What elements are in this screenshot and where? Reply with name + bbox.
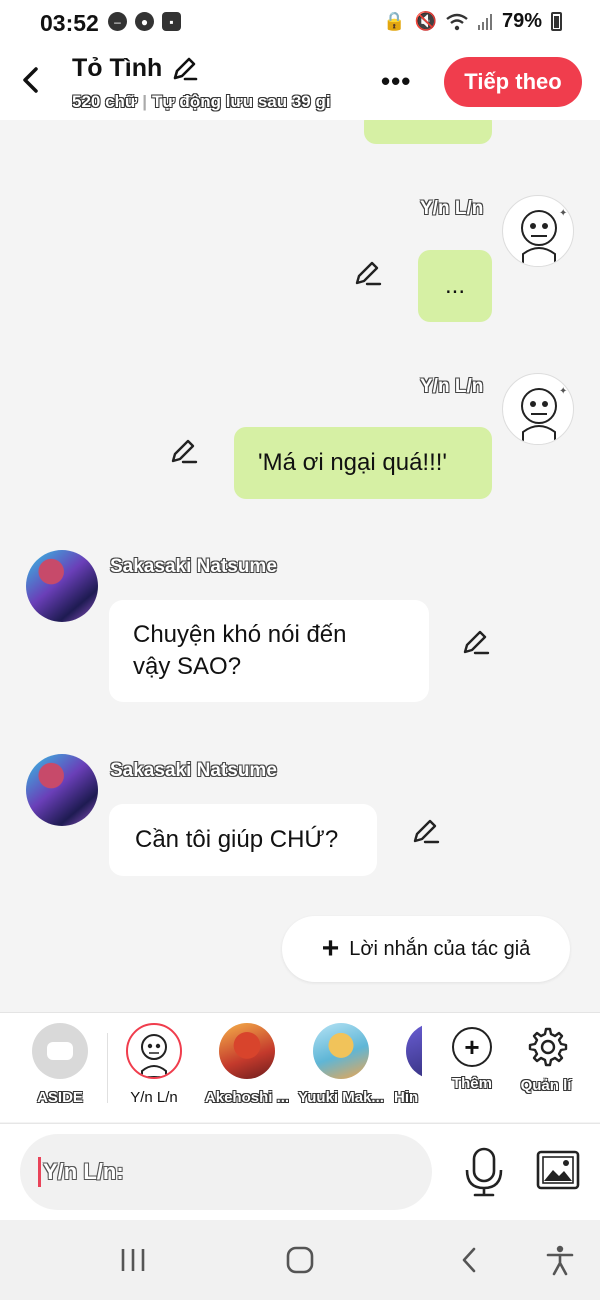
character-akehoshi[interactable]: Akehoshi ... xyxy=(202,1023,292,1106)
battery-percent: 79% xyxy=(501,10,542,32)
divider xyxy=(107,1033,108,1103)
status-bar: 03:52 – ● ▪ 🔒 🔇 79% xyxy=(0,0,600,46)
story-meta: 520 chữ | Tự động lưu sau 39 gi xyxy=(72,92,362,116)
character-yuuki[interactable]: Yuuki Mak... xyxy=(296,1023,386,1106)
message-bubble[interactable]: 'Má ơi ngại quá!!!' xyxy=(234,427,492,499)
author-note-button[interactable]: + Lời nhắn của tác giả xyxy=(282,916,570,982)
character-label: Hin xyxy=(394,1089,419,1106)
message-text: 'Má ơi ngại quá!!!' xyxy=(258,449,447,476)
mute-icon: 🔇 xyxy=(414,11,437,31)
speaker-name: Y/n L/n xyxy=(420,198,484,219)
author-note-label: Lời nhắn của tác giả xyxy=(349,937,531,960)
speaker-name: Y/n L/n xyxy=(420,376,484,397)
system-navigation-bar xyxy=(0,1220,600,1300)
accessibility-icon xyxy=(546,1245,574,1276)
manage-characters-button[interactable]: Quản lí xyxy=(501,1023,591,1094)
screenshot-icon: ▪ xyxy=(162,12,181,31)
character-label: Y/n L/n xyxy=(130,1089,178,1106)
message-bubble[interactable]: ... xyxy=(418,250,492,322)
wifi-icon xyxy=(446,13,468,30)
lock-icon: 🔒 xyxy=(383,11,406,31)
aside-icon xyxy=(32,1023,88,1079)
avatar xyxy=(406,1023,422,1079)
message-input[interactable]: Y/n L/n: xyxy=(20,1134,432,1210)
status-left-icons: – ● ▪ xyxy=(108,12,181,31)
chat-area[interactable]: Y/n L/n ✦ ... Y/n L/n ✦ 'Má ơi ngại quá!… xyxy=(0,120,600,1012)
message-text: ... xyxy=(444,272,465,299)
plus-circle-icon: + xyxy=(452,1027,492,1067)
avatar xyxy=(219,1023,275,1079)
message-text: Cần tôi giúp CHỨ? xyxy=(135,826,339,853)
svg-text:✦: ✦ xyxy=(559,208,567,219)
more-options-button[interactable]: ••• xyxy=(381,66,411,97)
avatar[interactable]: ✦ xyxy=(502,373,574,445)
back-button[interactable] xyxy=(15,62,45,98)
message-bubble[interactable]: Cần tôi giúp CHỨ? xyxy=(109,804,377,876)
recent-apps-icon xyxy=(121,1249,145,1271)
character-yn[interactable]: Y/n L/n xyxy=(109,1023,199,1106)
avatar xyxy=(313,1023,369,1079)
image-icon[interactable] xyxy=(536,1150,580,1190)
character-label: Yuuki Mak... xyxy=(298,1089,384,1106)
accessibility-button[interactable] xyxy=(542,1240,578,1280)
recent-apps-button[interactable] xyxy=(116,1240,150,1280)
text-cursor xyxy=(38,1157,41,1187)
signal-icon xyxy=(477,13,492,30)
story-title: Tỏ Tình xyxy=(72,54,163,82)
back-nav-button[interactable] xyxy=(452,1240,486,1280)
plus-icon: + xyxy=(321,932,340,965)
input-bar: Y/n L/n: xyxy=(0,1123,600,1220)
clock: 03:52 xyxy=(40,10,99,36)
tool-label: Quản lí xyxy=(520,1077,572,1094)
edit-title-icon[interactable] xyxy=(170,55,198,83)
home-button[interactable] xyxy=(280,1240,320,1280)
editor-header: Tỏ Tình 520 chữ | Tự động lưu sau 39 gi ••… xyxy=(0,46,600,120)
message-text: Chuyện khó nói đến vậy SAO? xyxy=(133,621,347,680)
title-row[interactable]: Tỏ Tình xyxy=(72,54,198,83)
chevron-left-icon xyxy=(23,67,38,93)
speaker-name: Sakasaki Natsume xyxy=(110,556,277,577)
account-icon: ● xyxy=(135,12,154,31)
battery-icon xyxy=(551,12,562,31)
avatar[interactable] xyxy=(26,754,98,826)
message-bubble-partial[interactable] xyxy=(364,120,492,144)
microphone-icon[interactable] xyxy=(463,1146,505,1198)
edit-message-icon[interactable] xyxy=(168,436,198,466)
gear-icon xyxy=(528,1027,568,1067)
edit-message-icon[interactable] xyxy=(460,627,490,657)
home-icon xyxy=(286,1246,314,1274)
dnd-icon: – xyxy=(108,12,127,31)
avatar[interactable] xyxy=(26,550,98,622)
edit-message-icon[interactable] xyxy=(352,258,382,288)
character-aside[interactable]: ASIDE xyxy=(15,1023,105,1106)
character-label: Akehoshi ... xyxy=(204,1089,290,1106)
edit-message-icon[interactable] xyxy=(410,816,440,846)
speaker-name: Sakasaki Natsume xyxy=(110,760,277,781)
message-bubble[interactable]: Chuyện khó nói đến vậy SAO? xyxy=(109,600,429,702)
input-placeholder: Y/n L/n: xyxy=(43,1159,124,1184)
next-button[interactable]: Tiếp theo xyxy=(444,57,582,107)
character-label: ASIDE xyxy=(37,1089,83,1106)
character-bar: ASIDE Y/n L/n Akehoshi ... Yuuki Mak... … xyxy=(0,1012,600,1122)
autosave-status: Tự động lưu sau 39 gi xyxy=(152,92,331,111)
avatar[interactable]: ✦ xyxy=(502,195,574,267)
meta-divider: | xyxy=(142,92,148,111)
status-right-icons: 🔒 🔇 79% xyxy=(383,10,562,33)
back-icon xyxy=(462,1247,476,1273)
svg-text:✦: ✦ xyxy=(559,386,567,397)
word-count: 520 chữ xyxy=(72,92,138,111)
avatar xyxy=(126,1023,182,1079)
character-hin[interactable]: Hin xyxy=(390,1023,422,1106)
